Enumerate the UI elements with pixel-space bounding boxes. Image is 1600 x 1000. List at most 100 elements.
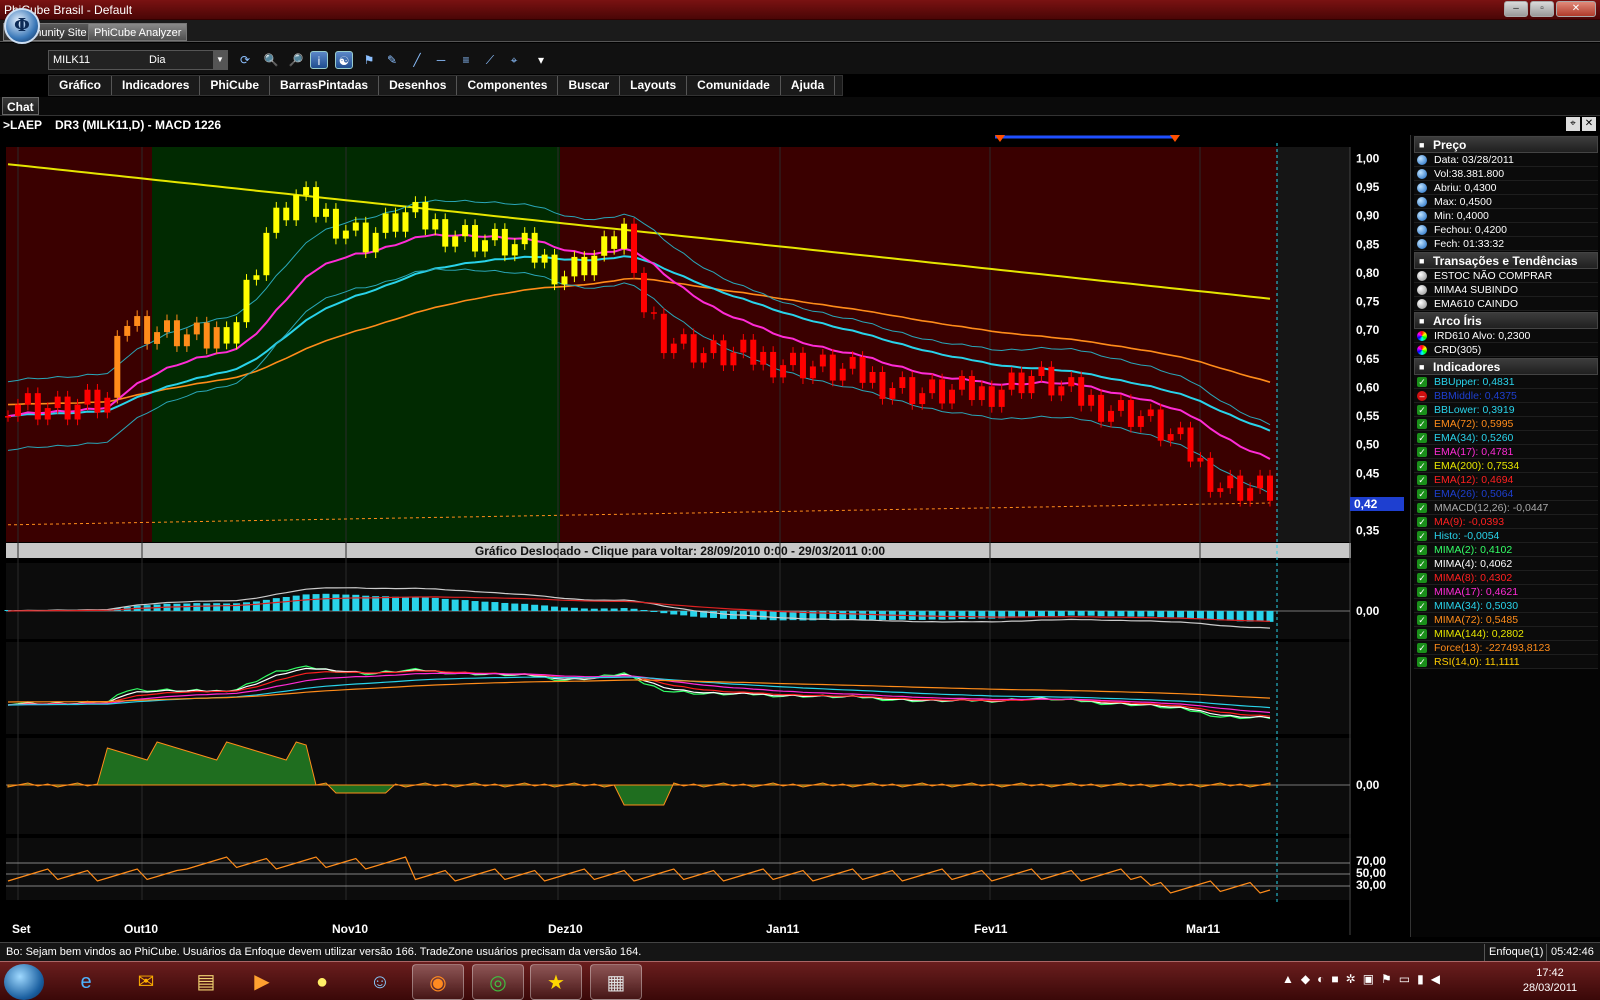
firefox-icon[interactable]: ◉	[412, 964, 464, 1000]
checkbox-icon[interactable]: ✓	[1417, 587, 1427, 597]
menu-componentes[interactable]: Componentes	[457, 76, 559, 95]
stop-icon[interactable]: –	[1417, 391, 1427, 401]
menu-ajuda[interactable]: Ajuda	[781, 76, 836, 95]
outlook-icon[interactable]: ✉	[120, 964, 172, 1000]
checkbox-icon[interactable]: ✓	[1417, 461, 1427, 471]
checkbox-icon[interactable]: ✓	[1417, 405, 1427, 415]
tray-flag-icon[interactable]: ⚑	[1381, 972, 1392, 986]
checkbox-icon[interactable]: ✓	[1417, 643, 1427, 653]
menu-grafico[interactable]: Gráfico	[49, 76, 113, 95]
tray-gear-icon[interactable]: ✲	[1346, 972, 1356, 986]
checkbox-icon[interactable]: ✓	[1417, 419, 1427, 429]
app-icon[interactable]: ▦	[590, 964, 642, 1000]
tray-screen-icon[interactable]: ▭	[1399, 972, 1410, 986]
indicator-row[interactable]: ✓ MIMA(4): 0,4062	[1414, 557, 1598, 571]
close-icon[interactable]: ✕	[1556, 1, 1596, 17]
maximize-icon[interactable]: ▫	[1530, 1, 1554, 17]
pencil-icon[interactable]: ✎	[383, 51, 401, 69]
menu-layouts[interactable]: Layouts	[620, 76, 688, 95]
section-preco[interactable]: Preço	[1414, 136, 1598, 154]
indicator-row[interactable]: ✓ EMA(72): 0,5995	[1414, 417, 1598, 431]
checkbox-icon[interactable]: ✓	[1417, 475, 1427, 485]
checkbox-icon[interactable]: ✓	[1417, 433, 1427, 443]
indicator-row[interactable]: – BBMiddle: 0,4375	[1414, 389, 1598, 403]
checkbox-icon[interactable]: ✓	[1417, 517, 1427, 527]
phicube-logo[interactable]: Φ	[4, 8, 40, 44]
checkbox-icon[interactable]: ✓	[1417, 559, 1427, 569]
line-icon[interactable]: ╱	[408, 51, 426, 69]
tray-volume-icon[interactable]: ◀	[1431, 972, 1440, 986]
shift-banner[interactable]: Gráfico Deslocado - Clique para voltar: …	[475, 544, 886, 558]
period-select[interactable]: Dia	[149, 54, 166, 66]
minimize-icon[interactable]: –	[1504, 1, 1528, 17]
chevron-down-icon[interactable]: ▼	[213, 51, 227, 69]
tray-signal-icon[interactable]: ▮	[1417, 972, 1424, 986]
trans-row[interactable]: EMA610 CAINDO	[1414, 297, 1598, 311]
zoom-out-icon[interactable]: 🔍	[262, 51, 280, 69]
checkbox-icon[interactable]: ✓	[1417, 573, 1427, 583]
ie-icon[interactable]: e	[60, 964, 112, 1000]
channel-icon[interactable]: ≡	[457, 51, 475, 69]
tray-arrow-icon[interactable]: ▲	[1282, 972, 1294, 986]
indicator-row[interactable]: ✓ EMA(200): 0,7534	[1414, 459, 1598, 473]
menu-buscar[interactable]: Buscar	[558, 76, 621, 95]
flag-icon[interactable]: ⚑	[360, 51, 378, 69]
tray-network-icon[interactable]: ◐	[1317, 972, 1324, 986]
yin-yang-icon[interactable]: ☯	[335, 51, 353, 69]
more-icon[interactable]: ▾	[532, 51, 550, 69]
indicator-row[interactable]: ✓ MMACD(12,26): -0,0447	[1414, 501, 1598, 515]
hline-icon[interactable]: ─	[432, 51, 450, 69]
preco-row[interactable]: Min: 0,4000	[1414, 209, 1598, 223]
people-icon[interactable]: ☺	[354, 964, 406, 1000]
fibonacci-icon[interactable]: ⟋	[481, 51, 499, 69]
panel-close-icon[interactable]: ✕	[1582, 117, 1596, 131]
indicator-row[interactable]: ✓ MIMA(34): 0,5030	[1414, 599, 1598, 613]
preco-row[interactable]: Vol:38.381.800	[1414, 167, 1598, 181]
section-arco-iris[interactable]: Arco Íris	[1414, 312, 1598, 330]
symbol-selector[interactable]: MILK11 Dia ▼	[48, 50, 228, 70]
checkbox-icon[interactable]: ✓	[1417, 377, 1427, 387]
info-icon[interactable]: i	[310, 51, 328, 69]
folder-icon[interactable]: ▤	[180, 964, 232, 1000]
price-chart[interactable]: Gráfico Deslocado - Clique para voltar: …	[0, 135, 1410, 937]
tray-monitor-icon[interactable]: ▣	[1363, 972, 1374, 986]
checkbox-icon[interactable]: ✓	[1417, 503, 1427, 513]
arco-row[interactable]: IRD610 Alvo: 0,2300	[1414, 329, 1598, 343]
preco-row[interactable]: Data: 03/28/2011	[1414, 153, 1598, 167]
chat-button[interactable]: Chat	[2, 97, 39, 115]
menu-desenhos[interactable]: Desenhos	[379, 76, 458, 95]
pin-icon[interactable]: ⌖	[1566, 117, 1580, 131]
menu-barraspintadas[interactable]: BarrasPintadas	[270, 76, 380, 95]
indicator-row[interactable]: ✓ EMA(34): 0,5260	[1414, 431, 1598, 445]
indicator-row[interactable]: ✓ MIMA(2): 0,4102	[1414, 543, 1598, 557]
clock[interactable]: 17:42 28/03/2011	[1510, 966, 1590, 996]
chrome-icon[interactable]: ◎	[472, 964, 524, 1000]
menu-phicube[interactable]: PhiCube	[200, 76, 271, 95]
menu-indicadores[interactable]: Indicadores	[112, 76, 201, 95]
zoom-in-icon[interactable]: 🔎	[287, 51, 305, 69]
indicator-row[interactable]: ✓ EMA(26): 0,5064	[1414, 487, 1598, 501]
checkbox-icon[interactable]: ✓	[1417, 601, 1427, 611]
arco-row[interactable]: CRD(305)	[1414, 343, 1598, 357]
indicator-row[interactable]: ✓ EMA(17): 0,4781	[1414, 445, 1598, 459]
preco-row[interactable]: Fechou: 0,4200	[1414, 223, 1598, 237]
indicator-row[interactable]: ✓ MIMA(144): 0,2802	[1414, 627, 1598, 641]
indicator-row[interactable]: ✓ MIMA(72): 0,5485	[1414, 613, 1598, 627]
star-icon[interactable]: ★	[530, 964, 582, 1000]
preco-row[interactable]: Fech: 01:33:32	[1414, 237, 1598, 251]
checkbox-icon[interactable]: ✓	[1417, 615, 1427, 625]
indicator-row[interactable]: ✓ MIMA(17): 0,4621	[1414, 585, 1598, 599]
indicator-row[interactable]: ✓ MA(9): -0,0393	[1414, 515, 1598, 529]
checkbox-icon[interactable]: ✓	[1417, 629, 1427, 639]
indicator-row[interactable]: ✓ Histo: -0,0054	[1414, 529, 1598, 543]
checkbox-icon[interactable]: ✓	[1417, 531, 1427, 541]
indicator-row[interactable]: ✓ BBLower: 0,3919	[1414, 403, 1598, 417]
trans-row[interactable]: MIMA4 SUBINDO	[1414, 283, 1598, 297]
menu-comunidade[interactable]: Comunidade	[687, 76, 781, 95]
symbol-input[interactable]: MILK11	[53, 54, 90, 66]
section-indicadores[interactable]: Indicadores	[1414, 358, 1598, 376]
checkbox-icon[interactable]: ✓	[1417, 489, 1427, 499]
media-icon[interactable]: ▶	[236, 964, 288, 1000]
checkbox-icon[interactable]: ✓	[1417, 545, 1427, 555]
start-button[interactable]	[4, 964, 44, 1000]
